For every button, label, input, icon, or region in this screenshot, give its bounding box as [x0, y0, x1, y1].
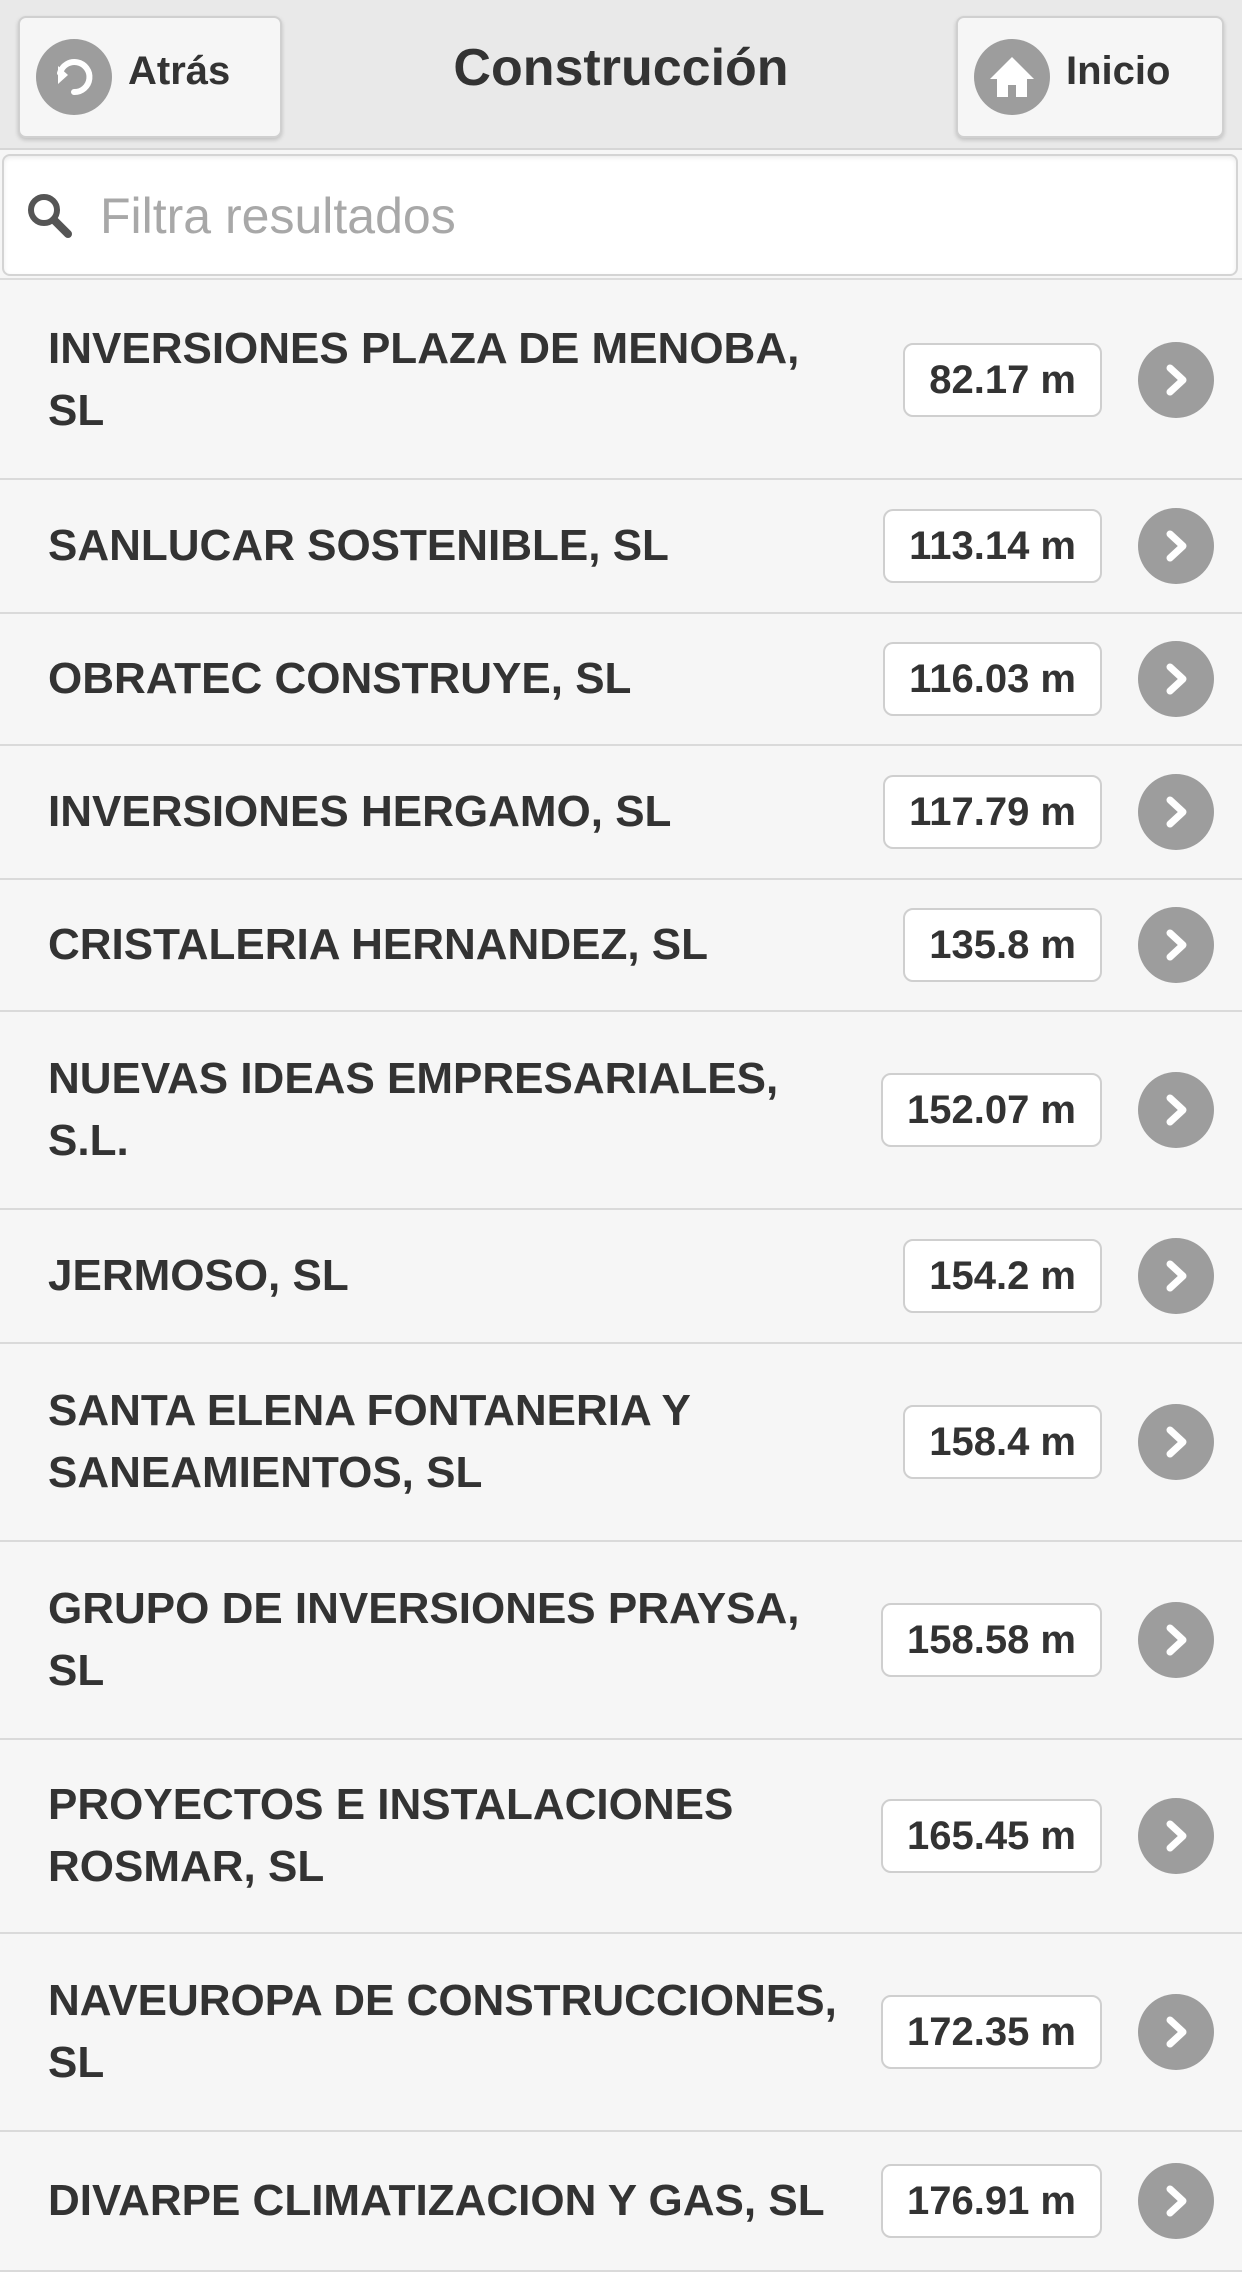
back-arrow-icon [36, 39, 112, 115]
list-item[interactable]: INVERSIONES PLAZA DE MENOBA, SL 82.17 m [0, 282, 1242, 480]
home-button[interactable]: Inicio [956, 16, 1224, 138]
distance-badge: 172.35 m [880, 1995, 1102, 2069]
distance-badge: 135.8 m [903, 908, 1102, 982]
results-list: INVERSIONES PLAZA DE MENOBA, SL 82.17 m SA… [0, 282, 1242, 2272]
chevron-right-icon[interactable] [1138, 1798, 1214, 1874]
business-name: NAVEUROPA DE CONSTRUCCIONES, SL [48, 1976, 837, 2087]
list-item[interactable]: INVERSIONES HERGAMO, SL 117.79 m [0, 746, 1242, 880]
business-name: GRUPO DE INVERSIONES PRAYSA, SL [48, 1584, 800, 1695]
distance-badge: 116.03 m [883, 642, 1102, 716]
list-item[interactable]: GRUPO DE INVERSIONES PRAYSA, SL 158.58 m [0, 1542, 1242, 1740]
search-bar [0, 152, 1242, 280]
distance-badge: 117.79 m [883, 775, 1102, 849]
chevron-right-icon[interactable] [1138, 1404, 1214, 1480]
business-name: INVERSIONES HERGAMO, SL [48, 787, 672, 836]
distance-badge: 152.07 m [880, 1073, 1102, 1147]
business-name: JERMOSO, SL [48, 1251, 349, 1300]
list-item[interactable]: SANTA ELENA FONTANERIA Y SANEAMIENTOS, S… [0, 1344, 1242, 1542]
chevron-right-icon[interactable] [1138, 1238, 1214, 1314]
back-button-label: Atrás [128, 48, 231, 93]
back-button[interactable]: Atrás [18, 16, 282, 138]
business-name: SANLUCAR SOSTENIBLE, SL [48, 521, 669, 570]
distance-badge: 154.2 m [903, 1239, 1102, 1313]
list-item[interactable]: NUEVAS IDEAS EMPRESARIALES, S.L. 152.07 m [0, 1012, 1242, 1210]
list-item[interactable]: PROYECTOS E INSTALACIONES ROSMAR, SL 165.… [0, 1740, 1242, 1934]
chevron-right-icon[interactable] [1138, 774, 1214, 850]
chevron-right-icon[interactable] [1138, 2163, 1214, 2239]
chevron-right-icon[interactable] [1138, 641, 1214, 717]
distance-badge: 113.14 m [883, 509, 1102, 583]
business-name: NUEVAS IDEAS EMPRESARIALES, S.L. [48, 1054, 779, 1165]
list-item[interactable]: DIVARPE CLIMATIZACION Y GAS, SL 176.91 m [0, 2132, 1242, 2272]
home-icon [974, 39, 1050, 115]
business-name: CRISTALERIA HERNANDEZ, SL [48, 920, 708, 969]
search-icon [28, 194, 72, 238]
business-name: DIVARPE CLIMATIZACION Y GAS, SL [48, 2176, 825, 2225]
chevron-right-icon[interactable] [1138, 907, 1214, 983]
chevron-right-icon[interactable] [1138, 508, 1214, 584]
chevron-right-icon[interactable] [1138, 1994, 1214, 2070]
business-name: PROYECTOS E INSTALACIONES ROSMAR, SL [48, 1780, 734, 1891]
distance-badge: 165.45 m [880, 1799, 1102, 1873]
list-item[interactable]: JERMOSO, SL 154.2 m [0, 1210, 1242, 1344]
home-button-label: Inicio [1066, 48, 1171, 93]
header-bar: Atrás Construcción Inicio [0, 0, 1242, 150]
distance-badge: 82.17 m [903, 343, 1102, 417]
page-title: Construcción [453, 39, 789, 97]
list-item[interactable]: SANLUCAR SOSTENIBLE, SL 113.14 m [0, 480, 1242, 614]
distance-badge: 158.58 m [880, 1603, 1102, 1677]
business-name: SANTA ELENA FONTANERIA Y SANEAMIENTOS, S… [48, 1386, 691, 1497]
chevron-right-icon[interactable] [1138, 342, 1214, 418]
distance-badge: 176.91 m [880, 2164, 1102, 2238]
list-item[interactable]: CRISTALERIA HERNANDEZ, SL 135.8 m [0, 880, 1242, 1012]
search-input[interactable] [100, 176, 1220, 256]
list-item[interactable]: NAVEUROPA DE CONSTRUCCIONES, SL 172.35 m [0, 1934, 1242, 2132]
list-item[interactable]: OBRATEC CONSTRUYE, SL 116.03 m [0, 614, 1242, 746]
business-name: OBRATEC CONSTRUYE, SL [48, 654, 632, 703]
chevron-right-icon[interactable] [1138, 1072, 1214, 1148]
search-field[interactable] [2, 154, 1238, 276]
distance-badge: 158.4 m [903, 1405, 1102, 1479]
business-name: INVERSIONES PLAZA DE MENOBA, SL [48, 324, 800, 435]
chevron-right-icon[interactable] [1138, 1602, 1214, 1678]
